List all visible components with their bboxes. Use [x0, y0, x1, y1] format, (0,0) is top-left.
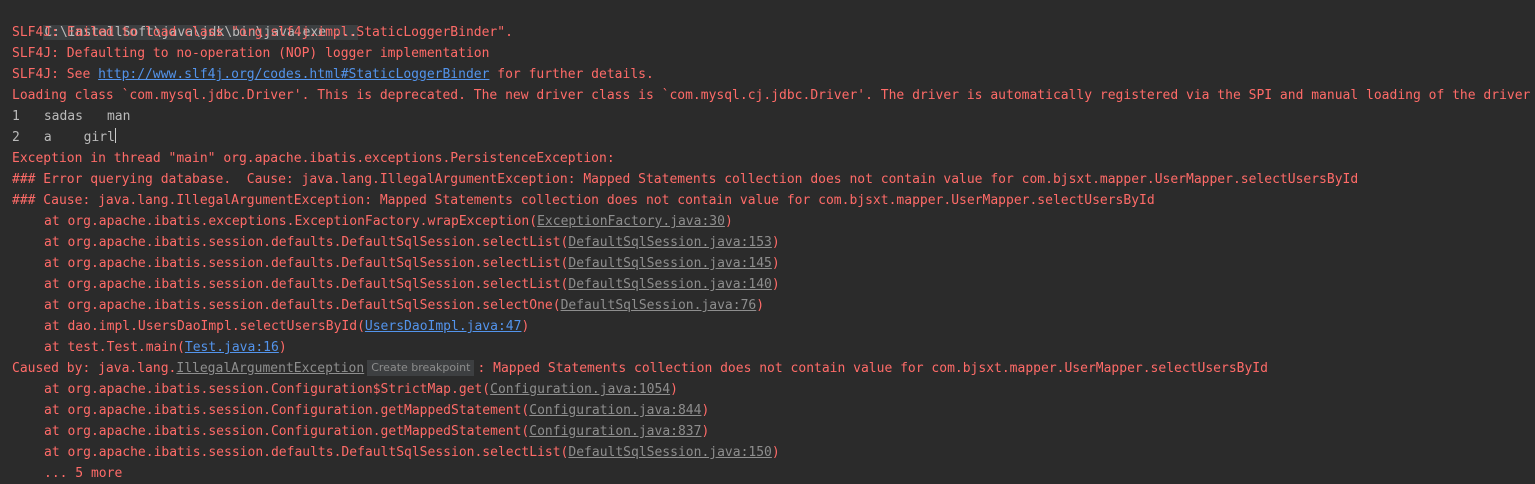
stack-frame: at org.apache.ibatis.session.defaults.De… [44, 274, 780, 295]
row-sex: man [106, 109, 131, 124]
stack-frame: at test.Test.main(Test.java:16) [44, 337, 287, 358]
slf4j-see-suffix: for further details. [489, 67, 654, 82]
console-line-caused-by: Caused by: java.lang.IllegalArgumentExce… [12, 358, 1268, 379]
stack-file-link[interactable]: DefaultSqlSession.java:150 [568, 445, 772, 460]
stack-file-link[interactable]: Configuration.java:1054 [490, 382, 670, 397]
row-sex: girl [83, 130, 115, 145]
stack-file-link[interactable]: DefaultSqlSession.java:140 [568, 277, 772, 292]
stack-method: at test.Test.main( [44, 340, 185, 355]
console-line-exception-header: Exception in thread "main" org.apache.ib… [12, 151, 623, 166]
stack-frame: at org.apache.ibatis.exceptions.Exceptio… [44, 211, 733, 232]
caused-by-prefix: Caused by: java.lang. [12, 361, 177, 376]
stack-source-link[interactable]: UsersDaoImpl.java:47 [365, 319, 522, 334]
stack-method: at org.apache.ibatis.session.Configurati… [44, 403, 530, 418]
console-line-more: ... 5 more [44, 466, 123, 481]
console-line-cause: ### Cause: java.lang.IllegalArgumentExce… [12, 193, 1155, 208]
console-line-slf4j-default: SLF4J: Defaulting to no-operation (NOP) … [12, 46, 490, 61]
stack-frame: at org.apache.ibatis.session.defaults.De… [44, 253, 780, 274]
slf4j-see-prefix: SLF4J: See [12, 67, 99, 82]
row-name: a [43, 130, 52, 145]
stack-method: at org.apache.ibatis.session.defaults.De… [44, 298, 561, 313]
stack-file-link[interactable]: ExceptionFactory.java:30 [537, 214, 725, 229]
stack-method: at org.apache.ibatis.exceptions.Exceptio… [44, 214, 538, 229]
exception-class-link[interactable]: IllegalArgumentException [176, 361, 364, 376]
row-id: 1 [12, 109, 20, 124]
create-breakpoint-button[interactable]: Create breakpoint [367, 360, 475, 376]
caused-by-message: : Mapped Statements collection does not … [477, 361, 1268, 376]
stack-file-link[interactable]: Configuration.java:844 [529, 403, 701, 418]
stack-file-link[interactable]: DefaultSqlSession.java:76 [561, 298, 757, 313]
stack-method: at org.apache.ibatis.session.Configurati… [44, 382, 491, 397]
stack-close-paren: ) [278, 340, 287, 355]
stack-close-paren: ) [521, 319, 530, 334]
stack-file-link[interactable]: DefaultSqlSession.java:153 [568, 235, 772, 250]
stack-frame: at org.apache.ibatis.session.defaults.De… [44, 442, 780, 463]
stack-close-paren: ) [724, 214, 733, 229]
console-line-command: C:\InstallSoft\java\jdk\bin\java.exe ... [12, 1, 359, 40]
row-name: sadas [43, 109, 83, 124]
stack-method: at org.apache.ibatis.session.defaults.De… [44, 256, 569, 271]
stack-method: at org.apache.ibatis.session.Configurati… [44, 424, 530, 439]
stack-frame: at org.apache.ibatis.session.Configurati… [44, 400, 709, 421]
stack-method: at org.apache.ibatis.session.defaults.De… [44, 445, 569, 460]
stack-frame: at org.apache.ibatis.session.defaults.De… [44, 232, 780, 253]
stack-method: at org.apache.ibatis.session.defaults.De… [44, 277, 569, 292]
slf4j-docs-link[interactable]: http://www.slf4j.org/codes.html#StaticLo… [98, 67, 489, 82]
console-line-slf4j-see: SLF4J: See http://www.slf4j.org/codes.ht… [12, 64, 654, 85]
stack-frame: at dao.impl.UsersDaoImpl.selectUsersById… [44, 316, 529, 337]
stack-frame: at org.apache.ibatis.session.Configurati… [44, 379, 678, 400]
console-line-slf4j-fail: SLF4J: Failed to load class "org.slf4j.i… [12, 25, 513, 40]
stack-file-link[interactable]: Configuration.java:837 [529, 424, 701, 439]
stack-file-link[interactable]: DefaultSqlSession.java:145 [568, 256, 772, 271]
row-id: 2 [12, 130, 20, 145]
text-caret [114, 128, 116, 143]
console-line-driver-warning: Loading class `com.mysql.jdbc.Driver'. T… [12, 88, 1531, 103]
console-line-row-2: 2 a girl [12, 127, 116, 148]
stack-frame: at org.apache.ibatis.session.Configurati… [44, 421, 709, 442]
console-line-row-1: 1 sadas man [12, 106, 130, 127]
stack-close-paren: ) [771, 277, 780, 292]
stack-close-paren: ) [771, 256, 780, 271]
console-line-error-querying: ### Error querying database. Cause: java… [12, 172, 1359, 187]
stack-close-paren: ) [670, 382, 678, 397]
stack-method: at dao.impl.UsersDaoImpl.selectUsersById… [44, 319, 365, 334]
stack-close-paren: ) [771, 445, 780, 460]
stack-close-paren: ) [701, 403, 710, 418]
stack-source-link[interactable]: Test.java:16 [185, 340, 279, 355]
stack-close-paren: ) [756, 298, 765, 313]
stack-frame: at org.apache.ibatis.session.defaults.De… [44, 295, 764, 316]
stack-close-paren: ) [771, 235, 780, 250]
stack-close-paren: ) [701, 424, 710, 439]
stack-method: at org.apache.ibatis.session.defaults.De… [44, 235, 569, 250]
run-console-output[interactable]: C:\InstallSoft\java\jdk\bin\java.exe ...… [0, 0, 1535, 484]
